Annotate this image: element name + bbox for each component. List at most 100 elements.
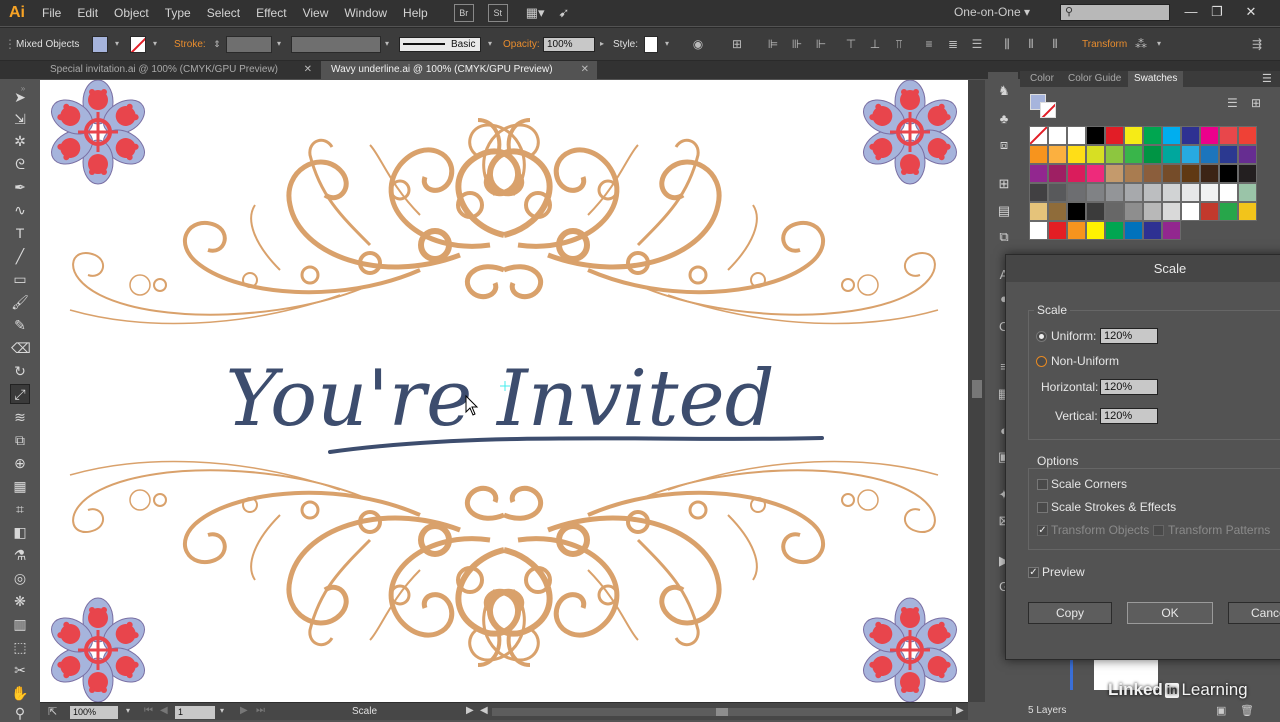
artboard-dropdown-icon[interactable]: ▾ [220, 706, 224, 715]
symbols-panel-icon[interactable]: ♣ [995, 110, 1013, 128]
vertical-scroll-thumb[interactable] [972, 380, 982, 398]
zoom-dropdown-icon[interactable]: ▾ [126, 706, 130, 715]
bridge-button[interactable]: Br [453, 4, 474, 22]
swatch[interactable] [1105, 145, 1124, 164]
swatch[interactable] [1067, 126, 1086, 145]
transform-objects-checkbox[interactable]: ✓ [1037, 525, 1048, 536]
swatch[interactable] [1086, 126, 1105, 145]
slice-tool-icon[interactable]: ✂ [11, 661, 29, 679]
swatch[interactable] [1086, 183, 1105, 202]
transform-label[interactable]: Transform [1082, 39, 1127, 50]
panel-menu-icon[interactable]: ☰ [1262, 72, 1272, 85]
swatch[interactable] [1219, 183, 1238, 202]
magic-wand-tool-icon[interactable]: ✲ [11, 132, 29, 150]
vertical-field[interactable]: 120% [1100, 408, 1158, 424]
swatch[interactable] [1219, 202, 1238, 221]
close-tab-icon[interactable]: ✕ [304, 61, 312, 79]
rectangle-tool-icon[interactable]: ▭ [11, 270, 29, 288]
close-window-icon[interactable]: ✕ [1240, 2, 1262, 22]
swatch[interactable] [1086, 202, 1105, 221]
scroll-left-icon[interactable]: ◀ [480, 705, 488, 716]
swatch[interactable] [1048, 126, 1067, 145]
blend-tool-icon[interactable]: ◎ [11, 569, 29, 587]
swatch[interactable] [1162, 145, 1181, 164]
swatch[interactable] [1124, 221, 1143, 240]
recolor-artwork-icon[interactable]: ◉ [691, 37, 705, 51]
previous-artboard-icon[interactable]: ◀ [160, 705, 168, 716]
control-panel-menu-icon[interactable]: ⇶ [1250, 37, 1264, 51]
swatch[interactable] [1238, 164, 1257, 183]
brush-dropdown[interactable]: ▾ [483, 37, 497, 51]
swatch[interactable] [1124, 202, 1143, 221]
swatch[interactable] [1086, 164, 1105, 183]
dialog-title[interactable]: Scale [1006, 255, 1280, 282]
pen-tool-icon[interactable]: ✒ [11, 178, 29, 196]
swatch[interactable] [1067, 221, 1086, 240]
hand-tool-icon[interactable]: ✋ [11, 684, 29, 702]
thumbnail-view-icon[interactable]: ⊞ [1251, 96, 1261, 110]
minimize-icon[interactable]: — [1180, 2, 1202, 22]
distribute-bottom-icon[interactable]: ☰ [970, 37, 984, 51]
pathfinder-panel-icon[interactable]: ⧉ [995, 228, 1013, 246]
swatch[interactable] [1105, 183, 1124, 202]
zoom-level-field[interactable]: 100% [70, 706, 118, 719]
opacity-label[interactable]: Opacity: [503, 39, 540, 50]
opacity-arrow[interactable]: ▸ [595, 37, 609, 51]
profile-dropdown[interactable]: ▾ [380, 37, 394, 51]
brush-definition[interactable]: Basic [399, 37, 481, 52]
menu-window[interactable]: Window [336, 0, 395, 26]
swatch[interactable] [1143, 221, 1162, 240]
fill-swatch[interactable] [92, 36, 108, 53]
align-center-icon[interactable]: ⊪ [790, 37, 804, 51]
artboard-number-field[interactable]: 1 [175, 706, 215, 719]
swatch[interactable] [1048, 183, 1067, 202]
menu-effect[interactable]: Effect [248, 0, 294, 26]
tab-special-invitation[interactable]: Special invitation.ai @ 100% (CMYK/GPU P… [40, 61, 320, 79]
ok-button[interactable]: OK [1127, 602, 1213, 624]
workspace-switcher[interactable]: One-on-One ▾ [954, 5, 1030, 19]
line-tool-icon[interactable]: ╱ [11, 247, 29, 265]
search-input[interactable] [1060, 4, 1170, 21]
swatch[interactable] [1162, 164, 1181, 183]
stroke-weight-dropdown[interactable]: ▾ [272, 37, 286, 51]
swatch[interactable] [1143, 164, 1162, 183]
close-tab-icon[interactable]: ✕ [581, 61, 589, 79]
delete-layer-icon[interactable]: 🗑 [1240, 704, 1254, 717]
stock-button[interactable]: St [487, 4, 508, 22]
distribute-left-icon[interactable]: ⫼ [1000, 37, 1014, 51]
align-panel-icon[interactable]: ⊞ [995, 175, 1013, 193]
curvature-tool-icon[interactable]: ∿ [11, 201, 29, 219]
menu-select[interactable]: Select [199, 0, 248, 26]
swatch[interactable] [1143, 202, 1162, 221]
swatch[interactable] [1048, 164, 1067, 183]
swatch[interactable] [1029, 145, 1048, 164]
opacity-field[interactable]: 100% [543, 37, 595, 52]
direct-selection-tool-icon[interactable]: ⇲ [11, 110, 29, 128]
tab-swatches[interactable]: Swatches [1128, 71, 1184, 87]
swatch[interactable] [1067, 183, 1086, 202]
swatch[interactable] [1181, 202, 1200, 221]
swatch[interactable] [1181, 145, 1200, 164]
swatch[interactable] [1029, 126, 1048, 145]
stroke-dropdown-icon[interactable]: ▾ [148, 37, 162, 51]
free-transform-tool-icon[interactable]: ⧉ [11, 431, 29, 449]
swatch[interactable] [1067, 164, 1086, 183]
uniform-field[interactable]: 120% [1100, 328, 1158, 344]
distribute-center-icon[interactable]: ⦀ [1024, 37, 1038, 51]
artboard[interactable]: You're Invited [40, 80, 968, 702]
stroke-stepper[interactable]: ⇕ [210, 37, 224, 51]
swatch[interactable] [1143, 126, 1162, 145]
type-tool-icon[interactable]: T [11, 224, 29, 242]
align-top-icon[interactable]: ⊤ [844, 37, 858, 51]
swatch[interactable] [1105, 221, 1124, 240]
swatch[interactable] [1029, 221, 1048, 240]
last-artboard-icon[interactable]: ⏭ [256, 705, 265, 716]
column-graph-tool-icon[interactable]: ▥ [11, 615, 29, 633]
swatch[interactable] [1105, 126, 1124, 145]
color-panel-icon[interactable]: ♞ [995, 82, 1013, 100]
first-artboard-icon[interactable]: ⏮ [144, 705, 153, 716]
copy-button[interactable]: Copy [1028, 602, 1112, 624]
zoom-tool-icon[interactable]: ⚲ [11, 704, 29, 722]
swatch[interactable] [1181, 164, 1200, 183]
lasso-tool-icon[interactable]: ᘓ [11, 155, 29, 173]
